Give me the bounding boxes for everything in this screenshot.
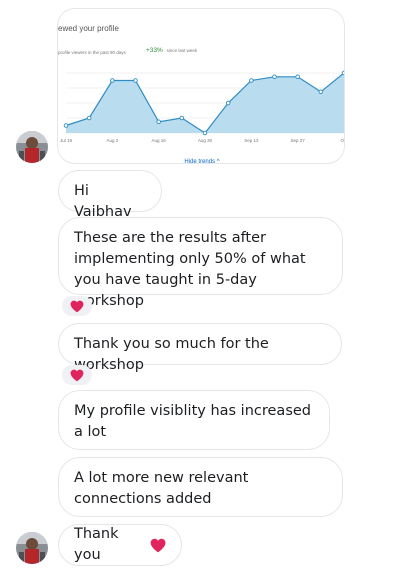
data-point bbox=[295, 74, 300, 79]
screenshot-change: +33% since last week bbox=[146, 40, 197, 61]
message-bubble[interactable]: Thank you bbox=[58, 524, 182, 566]
message-text: These are the results after implementing… bbox=[74, 230, 306, 309]
data-point bbox=[86, 115, 92, 121]
data-point bbox=[249, 78, 254, 83]
avatar-image bbox=[16, 532, 48, 564]
data-point bbox=[202, 130, 208, 136]
message-text: Thank you so much for the workshop bbox=[74, 336, 269, 373]
heart-reaction[interactable] bbox=[62, 365, 92, 385]
message-bubble[interactable]: My profile visiblity has increased a lot bbox=[58, 390, 330, 450]
x-tick-label: Aug 30 bbox=[198, 138, 213, 143]
screenshot-subtitle: profile viewers in the past 90 days bbox=[58, 50, 126, 55]
data-point bbox=[179, 115, 185, 121]
x-tick-label: Oct bbox=[340, 138, 345, 143]
message-bubble[interactable]: A lot more new relevant connections adde… bbox=[58, 457, 343, 517]
data-point bbox=[156, 119, 161, 125]
message-text: A lot more new relevant connections adde… bbox=[74, 470, 249, 507]
message-bubble[interactable]: These are the results after implementing… bbox=[58, 217, 343, 309]
x-tick-label: Sep 13 bbox=[244, 138, 259, 143]
x-tick-label: Aug 16 bbox=[152, 138, 167, 143]
data-point bbox=[63, 123, 69, 128]
trend-chart: Jul 19 Aug 2 Aug 16 Aug 30 Sep 13 Sep 27 Oct bbox=[60, 70, 345, 143]
message-text: Thank you bbox=[74, 526, 119, 563]
x-tick-label: Sep 27 bbox=[291, 138, 306, 143]
change-value: +33% bbox=[146, 47, 163, 54]
avatar[interactable] bbox=[16, 131, 48, 163]
data-point bbox=[272, 74, 277, 79]
x-tick-label: Jul 19 bbox=[60, 138, 73, 143]
heart-reaction[interactable] bbox=[62, 296, 92, 316]
data-point bbox=[318, 89, 324, 95]
message-text: My profile visiblity has increased a lot bbox=[74, 403, 311, 440]
heart-icon bbox=[150, 538, 166, 552]
message-bubble[interactable]: Hi Vaibhav bbox=[58, 170, 162, 220]
data-point bbox=[110, 78, 115, 83]
message-text: Hi Vaibhav bbox=[74, 183, 132, 220]
avatar-image bbox=[16, 131, 48, 163]
heart-icon bbox=[70, 300, 84, 312]
data-point bbox=[341, 70, 344, 76]
avatar[interactable] bbox=[16, 532, 48, 564]
data-point bbox=[133, 78, 138, 83]
x-tick-label: Aug 2 bbox=[106, 138, 118, 143]
change-note: since last week bbox=[166, 48, 198, 53]
hide-trends-link[interactable]: Hide trends ^ bbox=[58, 152, 344, 163]
data-point bbox=[225, 100, 231, 106]
screenshot-title: ewed your profile bbox=[58, 24, 119, 33]
message-bubble[interactable]: Thank you so much for the workshop bbox=[58, 323, 342, 373]
screenshot-attachment[interactable]: ewed your profile profile viewers in the… bbox=[57, 8, 345, 164]
heart-icon bbox=[70, 369, 84, 381]
